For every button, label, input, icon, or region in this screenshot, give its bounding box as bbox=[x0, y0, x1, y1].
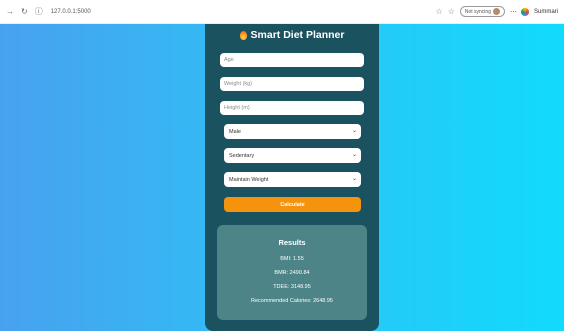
translate-icon[interactable]: ☆ bbox=[436, 7, 443, 16]
menu-dots-icon[interactable]: ⋯ bbox=[510, 8, 517, 16]
browser-toolbar: → ↻ ⓘ 127.0.0.1:5000 ☆ ☆ Not syncing ⋯ S… bbox=[0, 0, 564, 24]
chevron-down-icon: ⌄ bbox=[351, 152, 357, 158]
flame-icon bbox=[239, 30, 247, 40]
activity-select[interactable]: Sedentary ⌄ bbox=[224, 148, 361, 163]
weight-placeholder: Weight (kg) bbox=[224, 81, 253, 87]
sync-status-label: Not syncing bbox=[464, 8, 491, 15]
bmr-result: BMR: 2490.84 bbox=[274, 270, 310, 276]
results-title: Results bbox=[278, 238, 306, 247]
age-placeholder: Age bbox=[224, 57, 234, 63]
avatar bbox=[492, 8, 500, 15]
bookmark-star-icon[interactable]: ☆ bbox=[448, 7, 455, 16]
weight-input[interactable]: Weight (kg) bbox=[220, 77, 364, 91]
results-panel: Results BMI: 1.55 BMR: 2490.84 TDEE: 314… bbox=[217, 225, 367, 320]
browser-actions: ☆ ☆ Not syncing ⋯ Summari bbox=[436, 6, 558, 17]
age-input[interactable]: Age bbox=[220, 53, 364, 67]
sync-status-button[interactable]: Not syncing bbox=[459, 6, 505, 17]
goal-value: Maintain Weight bbox=[229, 176, 269, 183]
calculate-label: Calculate bbox=[280, 201, 305, 208]
calculate-button[interactable]: Calculate bbox=[224, 197, 361, 212]
height-placeholder: Height (m) bbox=[224, 105, 250, 111]
recommended-calories-result: Recommended Calories: 2648.95 bbox=[251, 298, 333, 304]
site-info-icon[interactable]: ⓘ bbox=[35, 7, 43, 16]
goal-select[interactable]: Maintain Weight ⌄ bbox=[224, 172, 361, 187]
page-title: Smart Diet Planner bbox=[205, 29, 379, 41]
gender-select[interactable]: Male ⌄ bbox=[224, 124, 361, 139]
tdee-result: TDEE: 3148.95 bbox=[273, 284, 311, 290]
gemini-icon[interactable] bbox=[520, 7, 529, 16]
page-background: Smart Diet Planner Age Weight (kg) Heigh… bbox=[0, 24, 564, 331]
app-title: Smart Diet Planner bbox=[250, 29, 345, 41]
gender-value: Male bbox=[229, 128, 241, 135]
bmi-result: BMI: 1.55 bbox=[280, 256, 304, 262]
address-bar[interactable]: 127.0.0.1:5000 bbox=[51, 9, 91, 15]
reload-icon[interactable]: ↻ bbox=[21, 7, 28, 16]
chevron-down-icon: ⌄ bbox=[351, 176, 357, 182]
chevron-down-icon: ⌄ bbox=[351, 128, 357, 134]
height-input[interactable]: Height (m) bbox=[220, 101, 364, 115]
planner-card: Smart Diet Planner Age Weight (kg) Heigh… bbox=[205, 24, 379, 331]
forward-icon[interactable]: → bbox=[6, 7, 14, 16]
activity-value: Sedentary bbox=[229, 152, 255, 159]
summarize-button[interactable]: Summari bbox=[534, 9, 558, 15]
